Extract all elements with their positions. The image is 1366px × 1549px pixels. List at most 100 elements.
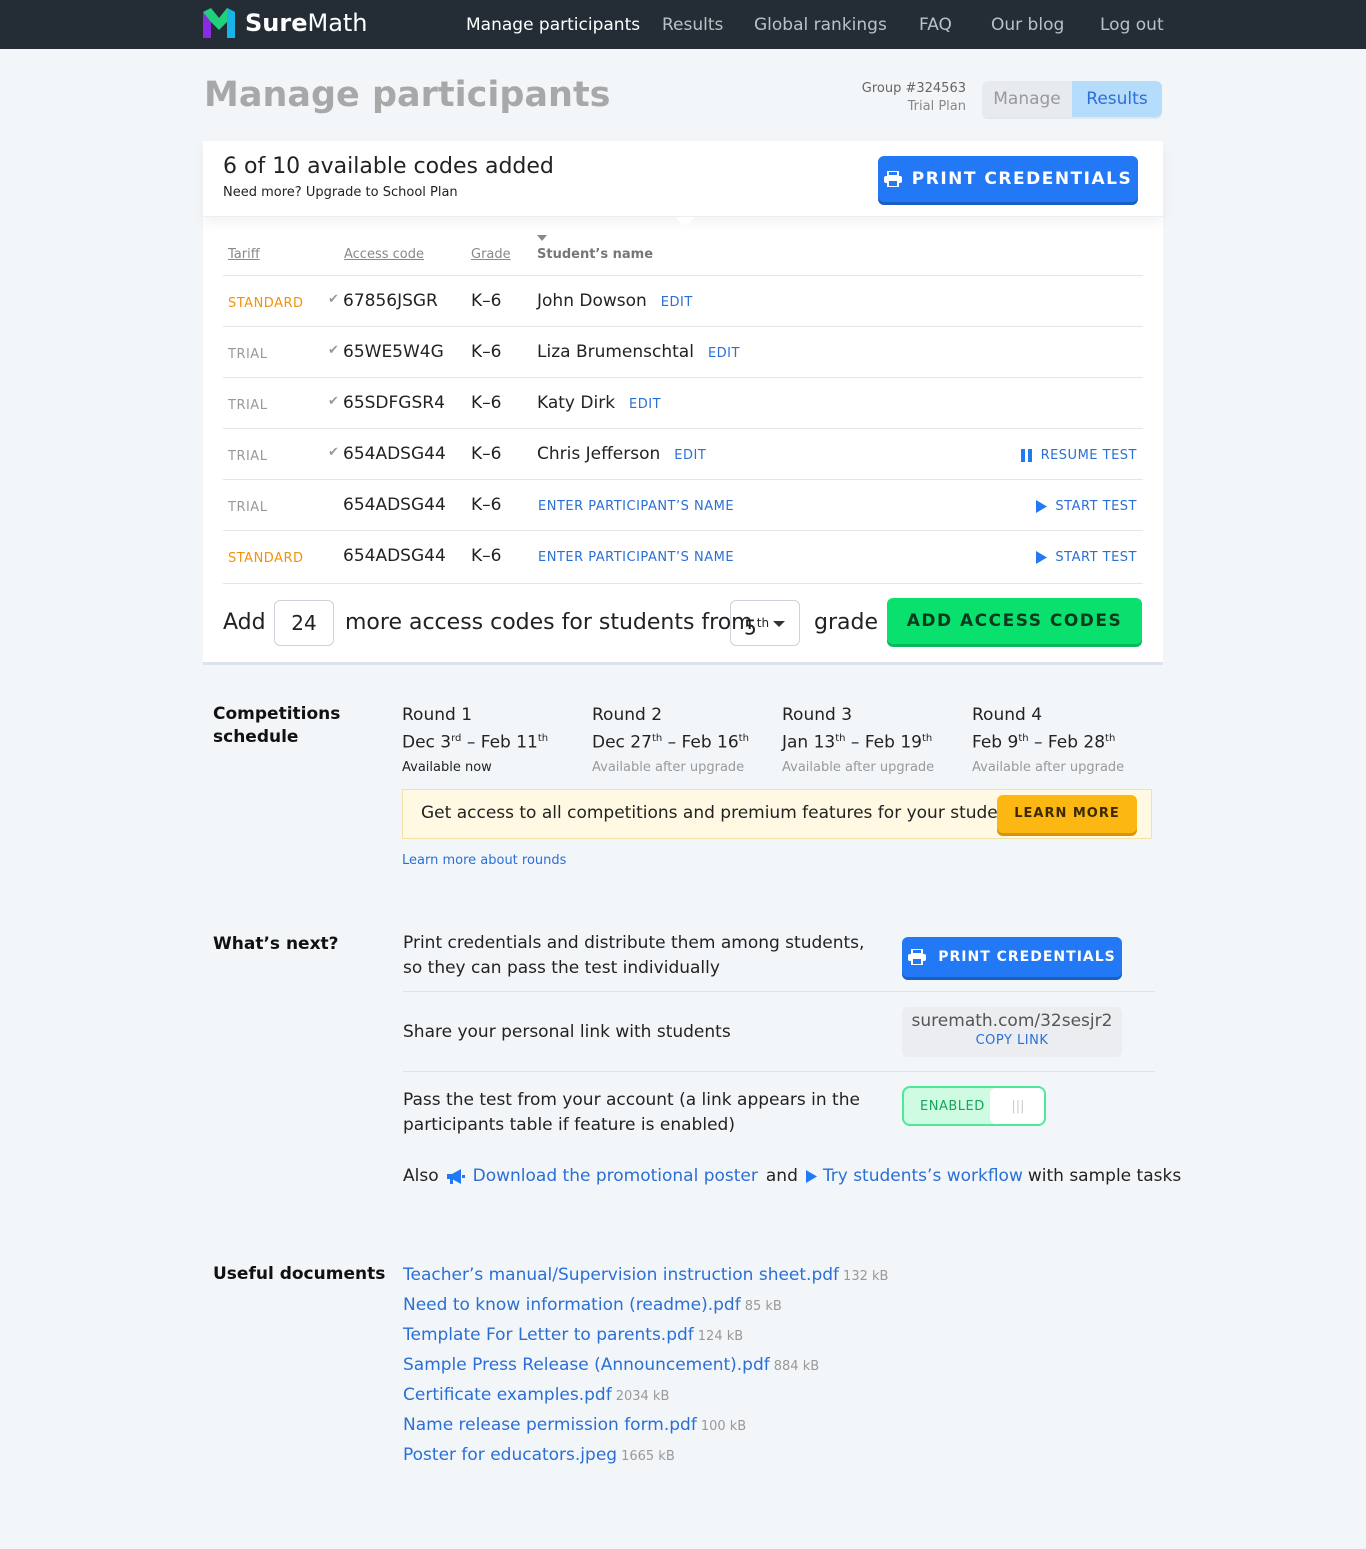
try-workflow-link[interactable]: Try students’s workflow (823, 1166, 1023, 1186)
round-status: Available after upgrade (782, 759, 935, 775)
nav-our-blog[interactable]: Our blog (991, 14, 1064, 36)
round-end-suffix: th (921, 733, 933, 744)
promo-text: Get access to all competitions and premi… (421, 803, 1025, 823)
divider (403, 1071, 1155, 1072)
access-code: 65WE5W4G (343, 342, 444, 362)
sort-desc-icon (537, 235, 547, 241)
round-status: Available after upgrade (972, 759, 1125, 775)
round-3: Round 3 Jan 13th – Feb 19th Available af… (782, 703, 962, 775)
view-switcher: Manage Results (982, 81, 1162, 117)
enter-name-link[interactable]: ENTER PARTICIPANT’S NAME (538, 499, 734, 514)
round-name: Round 3 (782, 705, 853, 725)
resume-test-button[interactable]: RESUME TEST (1020, 448, 1137, 463)
document-link[interactable]: Teacher’s manual/Supervision instruction… (403, 1265, 839, 1285)
print-credentials-button-secondary[interactable]: PRINT CREDENTIALS (902, 937, 1122, 977)
results-tab[interactable]: Results (1072, 81, 1162, 117)
grade-select[interactable]: 5th (730, 600, 800, 646)
round-start: Jan 13 (782, 732, 836, 753)
printer-icon (908, 949, 927, 965)
edit-button[interactable]: EDIT (629, 397, 661, 412)
file-size: 132 kB (843, 1269, 889, 1284)
codes-count-input[interactable]: 24 (274, 600, 334, 646)
nav-manage-participants[interactable]: Manage participants (466, 14, 640, 36)
tariff-badge: TRIAL (228, 398, 268, 413)
document-link[interactable]: Need to know information (readme).pdf (403, 1295, 741, 1315)
enter-name-link[interactable]: ENTER PARTICIPANT’S NAME (538, 550, 734, 565)
brand-logo-link[interactable]: SureMath (203, 8, 368, 38)
start-test-button[interactable]: START TEST (1036, 550, 1137, 565)
personal-link-url[interactable]: suremath.com/32sesjr2 (902, 1011, 1122, 1031)
pass-test-toggle[interactable]: ENABLED ||| (902, 1086, 1046, 1126)
copy-link-button[interactable]: COPY LINK (902, 1033, 1122, 1048)
learn-more-rounds-link[interactable]: Learn more about rounds (402, 853, 566, 868)
round-end: Feb 16 (681, 732, 739, 753)
edit-button[interactable]: EDIT (661, 295, 693, 310)
add-middle-text: more access codes for students from (345, 610, 753, 635)
upgrade-promo-banner: Get access to all competitions and premi… (402, 789, 1152, 839)
nav-faq[interactable]: FAQ (919, 14, 952, 36)
round-name: Round 4 (972, 705, 1043, 725)
start-test-label: START TEST (1055, 550, 1137, 565)
document-link[interactable]: Certificate examples.pdf (403, 1385, 612, 1405)
add-access-codes-button[interactable]: ADD ACCESS CODES (887, 598, 1142, 644)
also-links: Also Download the promotional poster and… (403, 1166, 1181, 1186)
round-start-suffix: th (835, 733, 846, 744)
print-instructions-line1: Print credentials and distribute them am… (403, 933, 865, 953)
toggle-knob-grip-icon: ||| (990, 1088, 1044, 1124)
access-code: 654ADSG44 (343, 444, 446, 464)
download-poster-link[interactable]: Download the promotional poster (473, 1166, 758, 1186)
col-student-name[interactable]: Student’s name (537, 247, 653, 262)
list-item: Need to know information (readme).pdf 85 … (403, 1292, 888, 1322)
student-name-text: John Dowson (537, 291, 647, 311)
list-item: Teacher’s manual/Supervision instruction… (403, 1262, 888, 1292)
round-start-suffix: th (1018, 733, 1029, 744)
table-row: TRIAL ✔ 65WE5W4G K–6 Liza Brumenschtal ED… (223, 327, 1143, 377)
manage-tab[interactable]: Manage (982, 81, 1072, 117)
play-icon (1036, 551, 1048, 564)
file-size: 884 kB (773, 1359, 820, 1374)
edit-button[interactable]: EDIT (708, 346, 740, 361)
col-tariff[interactable]: Tariff (228, 247, 260, 262)
round-status: Available now (402, 759, 492, 775)
round-dates: Dec 27th – Feb 16th (592, 732, 749, 753)
round-start-suffix: th (651, 733, 663, 744)
competitions-title: Competitions schedule (213, 704, 341, 747)
round-end-suffix: th (537, 733, 549, 744)
round-end-suffix: th (1105, 733, 1116, 744)
document-link[interactable]: Name release permission form.pdf (403, 1415, 697, 1435)
learn-more-button[interactable]: LEARN MORE (997, 795, 1137, 833)
plan-name: Trial Plan (907, 99, 966, 114)
upgrade-link[interactable]: Upgrade to School Plan (306, 185, 458, 200)
grade-value: K–6 (471, 444, 502, 464)
printer-icon (883, 171, 902, 187)
also-label: Also (403, 1166, 439, 1186)
divider (403, 991, 1155, 992)
print-credentials-button[interactable]: PRINT CREDENTIALS (878, 156, 1138, 202)
chevron-down-icon (773, 621, 785, 627)
col-access-code[interactable]: Access code (344, 247, 424, 262)
tariff-badge: TRIAL (228, 500, 268, 515)
check-icon: ✔ (328, 343, 339, 358)
tariff-badge: STANDARD (228, 296, 304, 311)
nav-results[interactable]: Results (662, 14, 723, 36)
check-icon: ✔ (328, 394, 339, 409)
student-name-text: Liza Brumenschtal (537, 342, 694, 362)
and-label: and (765, 1166, 798, 1186)
top-navbar: SureMath Manage participants Results Glo… (0, 0, 1366, 49)
grade-value: K–6 (471, 291, 502, 311)
document-link[interactable]: Sample Press Release (Announcement).pdf (403, 1355, 770, 1375)
document-link[interactable]: Poster for educators.jpeg (403, 1445, 617, 1465)
nav-global-rankings[interactable]: Global rankings (754, 14, 887, 36)
start-test-button[interactable]: START TEST (1036, 499, 1137, 514)
round-end-suffix: th (738, 733, 749, 744)
divider (223, 583, 1143, 584)
round-4: Round 4 Feb 9th – Feb 28th Available aft… (972, 703, 1152, 775)
nav-log-out[interactable]: Log out (1100, 14, 1164, 36)
col-grade[interactable]: Grade (471, 247, 511, 262)
print-credentials-label: PRINT CREDENTIALS (911, 169, 1133, 189)
suremath-logo-icon (203, 8, 235, 38)
document-link[interactable]: Template For Letter to parents.pdf (403, 1325, 694, 1345)
grade-select-suffix: th (756, 616, 770, 630)
group-id: Group #324563 (861, 81, 966, 96)
edit-button[interactable]: EDIT (674, 448, 706, 463)
